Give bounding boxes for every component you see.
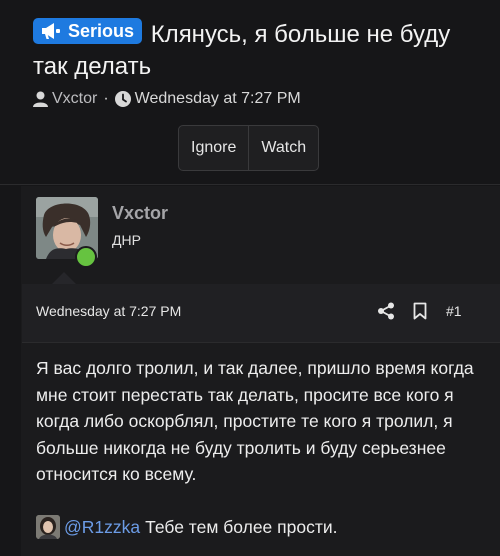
prefix-label: Serious <box>68 21 135 41</box>
post-number-link[interactable]: #1 <box>446 303 462 319</box>
watch-button[interactable]: Watch <box>249 126 318 170</box>
online-indicator <box>75 246 97 268</box>
thread-title: Serious Клянусь, я больше не буду так де… <box>33 18 473 83</box>
user-icon <box>33 91 48 107</box>
megaphone-icon <box>42 23 60 39</box>
header-divider <box>0 184 500 185</box>
prefix-badge[interactable]: Serious <box>33 18 143 44</box>
thread-date[interactable]: Wednesday at 7:27 PM <box>135 90 301 108</box>
share-icon[interactable] <box>377 302 395 320</box>
clock-icon <box>114 91 131 107</box>
post-username[interactable]: Vxctor <box>112 203 168 224</box>
thread-meta: Vxctor · Wednesday at 7:27 PM <box>33 90 301 108</box>
mention-line: @R1zzka Тебе тем более прости. <box>36 515 338 539</box>
ignore-button[interactable]: Ignore <box>179 126 248 170</box>
thread-author-link[interactable]: Vxctor <box>52 90 97 108</box>
mention-text: Тебе тем более прости. <box>145 516 338 537</box>
meta-separator: · <box>103 90 109 107</box>
thread-header: Serious Клянусь, я больше не буду так де… <box>33 18 473 83</box>
post-date[interactable]: Wednesday at 7:27 PM <box>36 303 181 319</box>
post-body: Я вас долго тролил, и так далее, пришло … <box>36 358 474 484</box>
message-arrow <box>52 272 76 284</box>
mention-avatar[interactable] <box>36 515 60 539</box>
thread-actions: Ignore Watch <box>178 125 320 171</box>
bookmark-icon[interactable] <box>413 302 427 320</box>
user-title: ДНР <box>112 232 141 248</box>
user-mention-link[interactable]: @R1zzka <box>64 517 140 538</box>
